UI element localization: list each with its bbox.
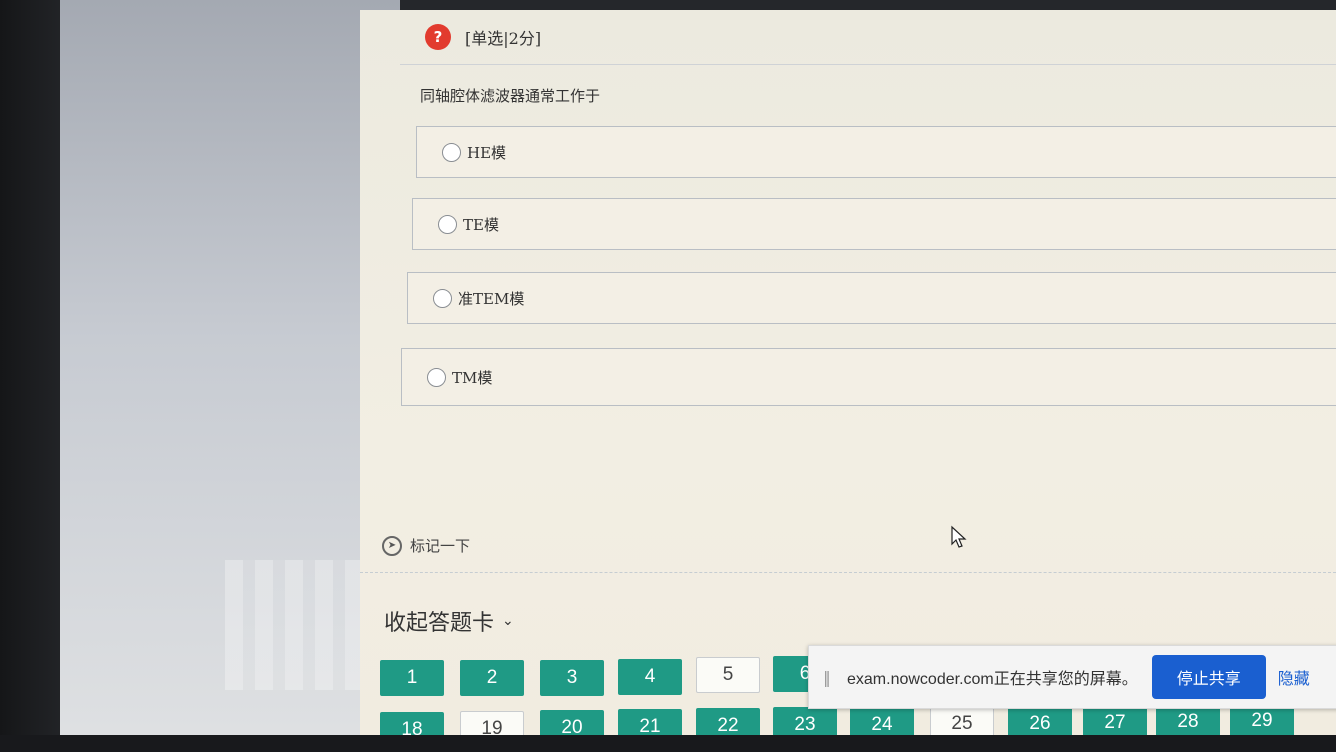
option-b[interactable]: TE模	[412, 198, 1336, 250]
question-text: 同轴腔体滤波器通常工作于	[420, 87, 601, 105]
option-c[interactable]: 准TEM模	[407, 272, 1336, 324]
question-panel: ? [单选|2分] 同轴腔体滤波器通常工作于 HE模 TE模 准TEM模 TM模…	[360, 10, 1336, 752]
screen-share-bar: || exam.nowcoder.com正在共享您的屏幕。 停止共享 隐藏	[808, 645, 1336, 709]
answer-card-item[interactable]: 1	[380, 660, 444, 696]
option-label: HE模	[467, 143, 507, 162]
mark-label: 标记一下	[410, 537, 471, 555]
divider	[360, 572, 1336, 573]
option-label: 准TEM模	[458, 289, 525, 308]
share-message: exam.nowcoder.com正在共享您的屏幕。	[847, 671, 1138, 688]
mark-question-toggle[interactable]: ➤ 标记一下	[382, 535, 470, 556]
option-d[interactable]: TM模	[401, 348, 1336, 406]
answer-card-item[interactable]: 3	[540, 660, 604, 696]
option-label: TE模	[463, 215, 499, 234]
answer-card-item[interactable]: 2	[460, 660, 524, 696]
question-header: ? [单选|2分]	[400, 10, 1336, 65]
radio-button[interactable]	[433, 288, 452, 308]
option-label: TM模	[452, 368, 493, 387]
option-a[interactable]: HE模	[416, 126, 1336, 178]
hide-button[interactable]: 隐藏	[1278, 665, 1310, 689]
question-type-label: [单选|2分]	[465, 29, 542, 48]
screen-bezel-bottom	[0, 735, 1336, 752]
radio-button[interactable]	[438, 214, 457, 234]
stop-sharing-button[interactable]: 停止共享	[1151, 655, 1266, 699]
radio-button[interactable]	[427, 367, 446, 387]
radio-button[interactable]	[442, 142, 461, 162]
chevron-down-icon: ⌄	[502, 613, 514, 629]
collapse-label: 收起答题卡	[384, 611, 495, 636]
answer-card-item[interactable]: 4	[618, 659, 682, 695]
answer-card-item[interactable]: 5	[696, 657, 760, 693]
mouse-cursor-icon	[951, 525, 967, 548]
drag-handle-icon[interactable]: ||	[823, 668, 837, 687]
compass-icon: ➤	[382, 535, 402, 556]
question-circle-icon: ?	[425, 24, 451, 50]
collapse-answer-card-button[interactable]: 收起答题卡 ⌄	[384, 605, 514, 637]
